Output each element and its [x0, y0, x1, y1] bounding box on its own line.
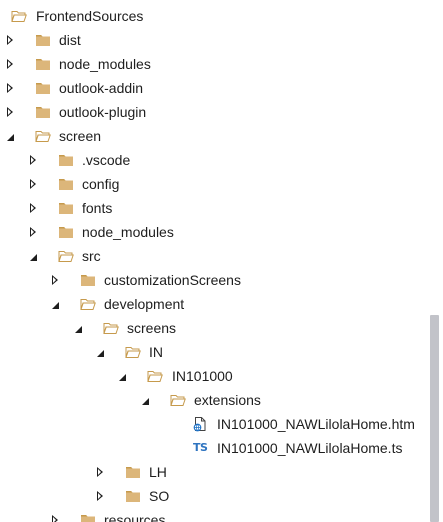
tree-item-label: IN101000	[172, 368, 233, 384]
expand-arrow-icon[interactable]	[25, 224, 41, 240]
folder-icon	[36, 83, 50, 94]
folder-open-icon	[170, 395, 186, 406]
tree-item-label: IN	[149, 344, 163, 360]
tree-item-node-modules[interactable]: node_modules	[0, 220, 426, 244]
tree-item-development[interactable]: development	[0, 292, 426, 316]
collapse-arrow-icon[interactable]	[70, 320, 86, 336]
tree-item-label: resources	[104, 512, 166, 522]
vertical-scrollbar[interactable]	[426, 0, 443, 522]
tree-item-frontendsources[interactable]: FrontendSources	[0, 4, 426, 28]
scrollbar-thumb[interactable]	[430, 315, 439, 522]
folder-open-icon	[11, 11, 27, 22]
tree-item-label: outlook-plugin	[59, 104, 147, 120]
expand-arrow-icon[interactable]	[2, 32, 18, 48]
tree-item-node-modules[interactable]: node_modules	[0, 52, 426, 76]
expand-arrow-icon[interactable]	[2, 80, 18, 96]
tree-item-in101000[interactable]: IN101000	[0, 364, 426, 388]
folder-open-icon	[35, 131, 51, 142]
collapse-arrow-icon[interactable]	[25, 248, 41, 264]
folder-icon	[59, 179, 73, 190]
tree-item-label: config	[82, 176, 120, 192]
folder-icon	[59, 155, 73, 166]
expand-arrow-icon[interactable]	[92, 488, 108, 504]
tree-item-label: IN101000_NAWLilolaHome.htm	[217, 416, 415, 432]
tree-item-lh[interactable]: LH	[0, 460, 426, 484]
expand-arrow-icon[interactable]	[25, 152, 41, 168]
tree-item-outlook-addin[interactable]: outlook-addin	[0, 76, 426, 100]
folder-open-icon	[147, 371, 163, 382]
folder-open-icon	[58, 251, 74, 262]
expand-arrow-icon[interactable]	[25, 176, 41, 192]
folder-icon	[59, 227, 73, 238]
tree-item-vscode[interactable]: .vscode	[0, 148, 426, 172]
tree-item-label: extensions	[194, 392, 261, 408]
tree-item-dist[interactable]: dist	[0, 28, 426, 52]
tree-item-config[interactable]: config	[0, 172, 426, 196]
collapse-arrow-icon[interactable]	[137, 392, 153, 408]
tree-item-label: node_modules	[59, 56, 151, 72]
html-file-icon	[193, 417, 206, 432]
folder-icon	[36, 107, 50, 118]
folder-icon	[126, 467, 140, 478]
tree-item-label: .vscode	[82, 152, 131, 168]
collapse-arrow-icon[interactable]	[2, 128, 18, 144]
tree-item-extensions[interactable]: extensions	[0, 388, 426, 412]
folder-open-icon	[103, 323, 119, 334]
collapse-arrow-icon[interactable]	[92, 344, 108, 360]
tree-item-label: development	[104, 296, 185, 312]
solution-explorer-tree[interactable]: FrontendSources dist node_modules outloo…	[0, 0, 426, 522]
collapse-arrow-icon[interactable]	[114, 368, 130, 384]
folder-open-icon	[80, 299, 96, 310]
tree-item-label: FrontendSources	[36, 8, 144, 24]
expand-arrow-icon[interactable]	[47, 272, 63, 288]
typescript-file-icon: TS	[193, 441, 208, 454]
folder-icon	[81, 515, 95, 522]
tree-item-label: src	[82, 248, 101, 264]
folder-icon	[36, 35, 50, 46]
tree-item-label: outlook-addin	[59, 80, 144, 96]
tree-item-htm-file[interactable]: IN101000_NAWLilolaHome.htm	[0, 412, 426, 436]
folder-icon	[126, 491, 140, 502]
tree-item-label: screens	[127, 320, 177, 336]
folder-icon	[81, 275, 95, 286]
expand-arrow-icon[interactable]	[2, 104, 18, 120]
expand-arrow-icon[interactable]	[92, 464, 108, 480]
expand-arrow-icon[interactable]	[25, 200, 41, 216]
expand-arrow-icon[interactable]	[47, 512, 63, 522]
tree-item-label: fonts	[82, 200, 113, 216]
tree-item-resources[interactable]: resources	[0, 508, 426, 522]
tree-item-screens[interactable]: screens	[0, 316, 426, 340]
tree-item-src[interactable]: src	[0, 244, 426, 268]
tree-item-label: LH	[149, 464, 167, 480]
tree-item-label: dist	[59, 32, 81, 48]
folder-open-icon	[125, 347, 141, 358]
tree-item-screen[interactable]: screen	[0, 124, 426, 148]
tree-item-customizationscreens[interactable]: customizationScreens	[0, 268, 426, 292]
tree-item-in[interactable]: IN	[0, 340, 426, 364]
tree-item-so[interactable]: SO	[0, 484, 426, 508]
folder-icon	[36, 59, 50, 70]
tree-item-ts-file[interactable]: TS IN101000_NAWLilolaHome.ts	[0, 436, 426, 460]
tree-item-label: IN101000_NAWLilolaHome.ts	[217, 440, 403, 456]
tree-item-outlook-plugin[interactable]: outlook-plugin	[0, 100, 426, 124]
collapse-arrow-icon[interactable]	[47, 296, 63, 312]
tree-item-label: SO	[149, 488, 170, 504]
tree-item-label: customizationScreens	[104, 272, 241, 288]
folder-icon	[59, 203, 73, 214]
tree-item-fonts[interactable]: fonts	[0, 196, 426, 220]
tree-item-label: screen	[59, 128, 102, 144]
tree-item-label: node_modules	[82, 224, 174, 240]
expand-arrow-icon[interactable]	[2, 56, 18, 72]
